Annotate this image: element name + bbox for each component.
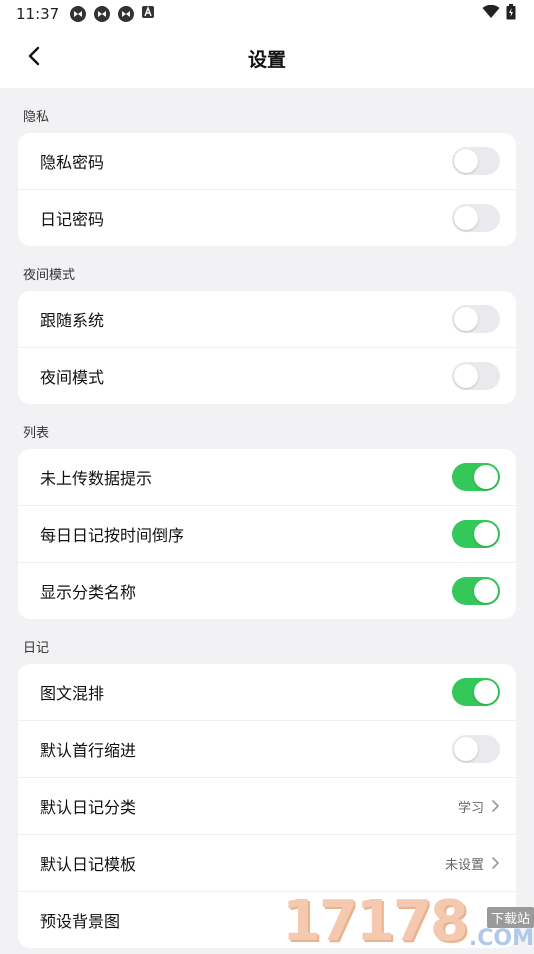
settings-row-mixed-layout[interactable]: 图文混排: [18, 664, 516, 721]
chevron-right-icon: [490, 856, 500, 870]
settings-row-diary-password[interactable]: 日记密码: [18, 190, 516, 246]
page-title: 设置: [247, 48, 286, 71]
settings-row-privacy-password[interactable]: 隐私密码: [18, 133, 516, 190]
settings-card-night-mode: 跟随系统 夜间模式: [18, 291, 516, 404]
watermark-logo: 17178 下载站 .COM: [282, 888, 534, 950]
settings-row-value: 未设置: [444, 857, 484, 873]
section-title-night-mode: 夜间模式: [23, 268, 76, 283]
settings-row-label: 夜间模式: [40, 368, 105, 387]
watermark-suffix: .COM: [468, 926, 534, 951]
status-bar: 11:37: [0, 0, 534, 28]
toggle-switch[interactable]: [452, 204, 500, 232]
settings-row-label: 隐私密码: [40, 153, 105, 172]
toggle-switch[interactable]: [452, 463, 500, 491]
toggle-switch[interactable]: [452, 678, 500, 706]
settings-sync-icon: [117, 5, 135, 23]
settings-card-privacy: 隐私密码 日记密码: [18, 133, 516, 246]
settings-row-label: 显示分类名称: [40, 583, 137, 602]
settings-row-default-template[interactable]: 默认日记模板 未设置: [18, 835, 516, 892]
toggle-knob: [454, 149, 478, 173]
toggle-switch[interactable]: [452, 520, 500, 548]
toggle-switch[interactable]: [452, 147, 500, 175]
chevron-right-icon: [490, 799, 500, 813]
toggle-switch[interactable]: [452, 735, 500, 763]
watermark-number: 17178: [282, 889, 469, 954]
toggle-knob: [474, 680, 498, 704]
chevron-left-icon: [27, 46, 41, 70]
settings-row-reverse-order[interactable]: 每日日记按时间倒序: [18, 506, 516, 563]
toggle-switch[interactable]: [452, 305, 500, 333]
settings-row-follow-system[interactable]: 跟随系统: [18, 291, 516, 348]
header: 设置: [0, 28, 534, 88]
section-title-diary: 日记: [23, 641, 50, 656]
status-right-icons: [482, 4, 516, 24]
toggle-knob: [454, 737, 478, 761]
watermark-tag: 下载站: [486, 907, 534, 928]
settings-content: 隐私 隐私密码 日记密码 夜间模式 跟随系统 夜间模式 列表 未上传数据提示 每…: [0, 88, 534, 948]
settings-row-default-category[interactable]: 默认日记分类 学习: [18, 778, 516, 835]
watermark-side: 下载站 .COM: [469, 907, 534, 950]
toggle-knob: [454, 364, 478, 388]
toggle-switch[interactable]: [452, 577, 500, 605]
section-title-privacy: 隐私: [23, 110, 50, 125]
toggle-switch[interactable]: [452, 362, 500, 390]
settings-row-label: 每日日记按时间倒序: [40, 526, 185, 545]
settings-row-value: 学习: [457, 800, 484, 816]
status-left-icons: [69, 5, 159, 23]
settings-row-label: 未上传数据提示: [40, 469, 153, 488]
settings-row-label: 日记密码: [40, 210, 105, 229]
wifi-icon: [482, 4, 500, 23]
settings-row-unuploaded-hint[interactable]: 未上传数据提示: [18, 449, 516, 506]
settings-card-list: 未上传数据提示 每日日记按时间倒序 显示分类名称: [18, 449, 516, 619]
settings-sync-icon: [93, 5, 111, 23]
toggle-knob: [474, 522, 498, 546]
a-icon: [141, 5, 159, 23]
settings-row-show-category-name[interactable]: 显示分类名称: [18, 563, 516, 619]
settings-sync-icon: [69, 5, 87, 23]
settings-row-label: 默认日记分类: [40, 798, 137, 817]
settings-row-label: 跟随系统: [40, 311, 105, 330]
toggle-knob: [454, 206, 478, 230]
settings-row-label: 图文混排: [40, 684, 105, 703]
toggle-knob: [474, 465, 498, 489]
settings-row-night-mode[interactable]: 夜间模式: [18, 348, 516, 404]
status-time: 11:37: [16, 5, 60, 23]
toggle-knob: [474, 579, 498, 603]
battery-icon: [506, 4, 516, 24]
settings-row-first-line-indent[interactable]: 默认首行缩进: [18, 721, 516, 778]
back-button[interactable]: [18, 42, 50, 74]
toggle-knob: [454, 307, 478, 331]
settings-row-label: 默认首行缩进: [40, 741, 137, 760]
settings-row-label: 默认日记模板: [40, 855, 137, 874]
section-title-list: 列表: [23, 426, 50, 441]
